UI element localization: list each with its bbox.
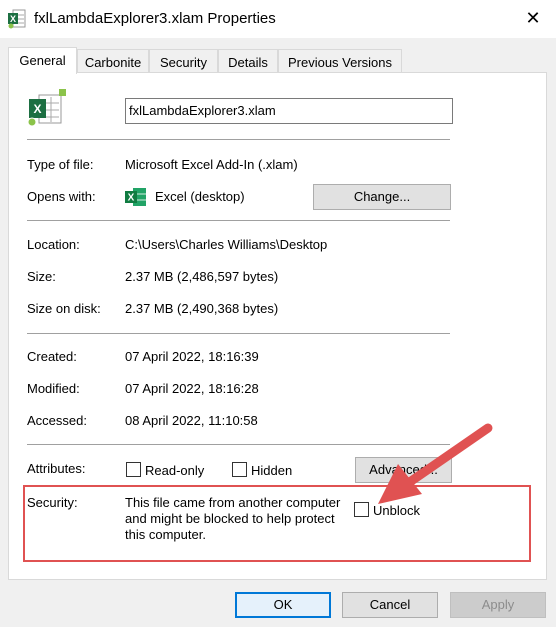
tab-general[interactable]: General [8,47,77,74]
accessed-label: Accessed: [27,413,87,428]
change-button[interactable]: Change... [313,184,451,210]
accessed-value: 08 April 2022, 11:10:58 [125,413,258,428]
location-label: Location: [27,237,80,252]
excel-addin-icon: X [8,9,26,29]
attributes-label: Attributes: [27,461,86,476]
hidden-label: Hidden [251,463,293,478]
apply-button[interactable]: Apply [450,592,546,618]
ok-button[interactable]: OK [235,592,331,618]
cancel-button[interactable]: Cancel [342,592,438,618]
opens-with-value: Excel (desktop) [155,189,245,204]
created-value: 07 April 2022, 18:16:39 [125,349,259,364]
tab-security[interactable]: Security [149,49,218,73]
created-label: Created: [27,349,77,364]
readonly-label: Read-only [145,463,205,478]
size-value: 2.37 MB (2,486,597 bytes) [125,269,279,284]
opens-with-label: Opens with: [27,189,96,204]
tab-carbonite[interactable]: Carbonite [77,49,149,73]
separator [27,220,450,221]
tab-details[interactable]: Details [218,49,278,73]
tab-previous-versions[interactable]: Previous Versions [278,49,402,73]
close-icon: ✕ [525,8,541,28]
file-type-icon: X [27,89,66,127]
annotation-arrow [378,423,493,504]
type-label: Type of file: [27,157,94,172]
svg-text:X: X [33,102,41,116]
close-button[interactable]: ✕ [510,0,556,38]
size-on-disk-value: 2.37 MB (2,490,368 bytes) [125,301,279,316]
size-on-disk-label: Size on disk: [27,301,101,316]
hidden-checkbox[interactable] [232,462,247,477]
modified-value: 07 April 2022, 18:16:28 [125,381,259,396]
type-value: Microsoft Excel Add-In (.xlam) [125,157,298,172]
filename-input[interactable]: fxlLambdaExplorer3.xlam [125,98,453,124]
readonly-checkbox[interactable] [126,462,141,477]
svg-text:X: X [128,193,135,204]
location-value: C:\Users\Charles Williams\Desktop [125,237,328,252]
separator [27,333,450,334]
modified-label: Modified: [27,381,80,396]
separator [27,139,450,140]
excel-icon: X [125,188,146,206]
window-title: fxlLambdaExplorer3.xlam Properties [34,10,276,27]
size-label: Size: [27,269,56,284]
svg-text:X: X [10,14,16,24]
title-bar: X fxlLambdaExplorer3.xlam Properties ✕ [0,0,556,38]
